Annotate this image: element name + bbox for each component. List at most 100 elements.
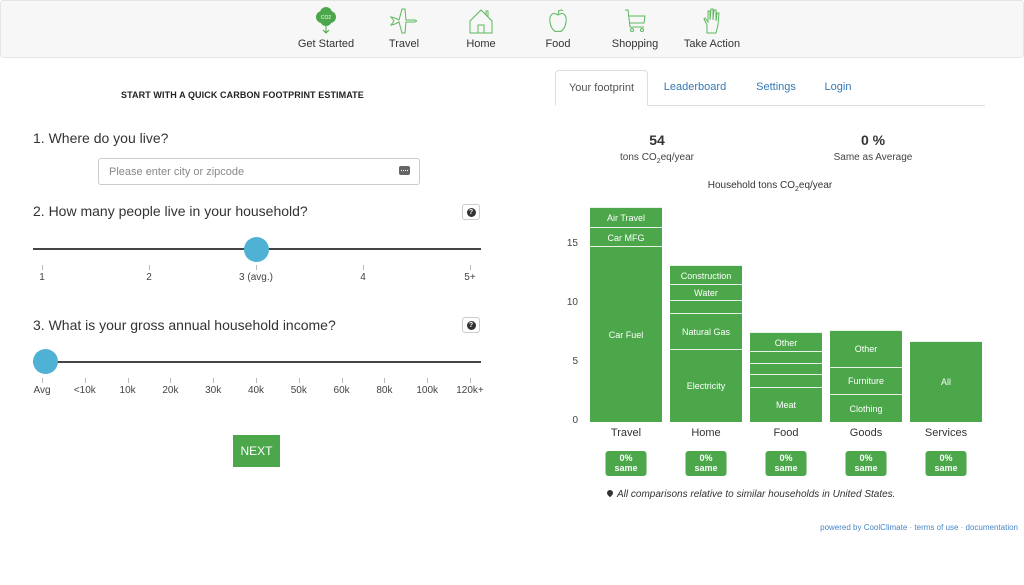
question-household: 2. How many people live in your househol… [33, 203, 308, 219]
income-tick-label[interactable]: 50k [291, 385, 307, 396]
tab-your-footprint[interactable]: Your footprint [555, 70, 648, 106]
income-tick-label[interactable]: 120k+ [456, 385, 484, 396]
badge-percent: 0% [779, 453, 793, 463]
x-category-label: Food [773, 427, 799, 439]
income-tick [127, 378, 129, 383]
household-tick-label[interactable]: 3 (avg.) [239, 272, 273, 283]
tab-leaderboard[interactable]: Leaderboard [655, 70, 735, 106]
badge-percent: 0% [859, 453, 873, 463]
total-footprint-value: 54 [649, 132, 665, 148]
powered-by-link[interactable]: powered by CoolClimate [820, 523, 907, 532]
co2-cloud-icon: CO2 [316, 7, 336, 34]
y-tick-label: 5 [572, 356, 578, 367]
income-tick-label[interactable]: 20k [162, 385, 178, 396]
household-tick-label[interactable]: 2 [146, 272, 152, 283]
terms-link[interactable]: terms of use [914, 523, 958, 532]
income-tick-label[interactable]: 40k [248, 385, 264, 396]
nav-label: Get Started [297, 38, 355, 50]
bar-segment-home[interactable] [670, 300, 742, 314]
question-income: 3. What is your gross annual household i… [33, 317, 336, 333]
income-slider-track[interactable] [33, 361, 481, 363]
badge-percent: 0% [699, 453, 713, 463]
income-tick [427, 378, 429, 383]
map-marker-icon [605, 488, 615, 498]
nav-travel[interactable]: Travel [364, 7, 444, 50]
income-help-button[interactable]: ? [462, 317, 480, 333]
keyboard-icon[interactable] [399, 166, 410, 175]
nav-home[interactable]: Home [441, 7, 521, 50]
income-tick [213, 378, 215, 383]
segment-label: Car MFG [607, 232, 645, 243]
bar-segment-food[interactable] [750, 351, 822, 363]
badge-text: same [614, 463, 638, 473]
bar-segment-food[interactable] [750, 373, 822, 387]
income-tick-label[interactable]: <10k [74, 385, 96, 396]
y-tick-label: 15 [566, 238, 578, 249]
next-button[interactable]: NEXT [233, 435, 280, 467]
footprint-chart: 0 5 10 15 Car Fuel Car MFG Air Travel Travel 0% s… [555, 190, 995, 490]
tab-settings[interactable]: Settings [745, 70, 807, 106]
household-tick [470, 265, 471, 270]
income-tick-label[interactable]: 30k [205, 385, 221, 396]
income-tick-label[interactable]: 100k [416, 385, 438, 396]
tab-bar: Your footprint Leaderboard Settings Logi… [555, 70, 985, 106]
bar-segment-food[interactable] [750, 363, 822, 374]
household-slider-handle[interactable] [244, 237, 269, 262]
question-circle-icon: ? [466, 320, 476, 330]
nav-label: Shopping [611, 38, 659, 50]
segment-label: Electricity [686, 381, 726, 392]
nav-shopping[interactable]: Shopping [595, 7, 675, 50]
y-tick-label: 10 [566, 297, 578, 308]
income-tick [470, 378, 471, 383]
badge-percent: 0% [939, 453, 953, 463]
y-tick-label: 0 [572, 415, 578, 426]
nav-label: Travel [388, 38, 420, 50]
svg-text:CO2: CO2 [321, 15, 332, 21]
badge-text: same [694, 463, 718, 473]
household-tick-label[interactable]: 1 [39, 272, 45, 283]
segment-label: Air Travel [606, 213, 646, 224]
household-tick [149, 265, 150, 270]
airplane-icon [389, 8, 417, 34]
income-slider-handle[interactable] [33, 349, 58, 374]
income-tick-label[interactable]: 60k [334, 385, 350, 396]
segment-label: Other [774, 337, 798, 348]
badge-percent: 0% [619, 453, 633, 463]
section-title: START WITH A QUICK CARBON FOOTPRINT ESTI… [121, 90, 364, 100]
segment-label: Water [694, 288, 718, 299]
income-tick [84, 378, 86, 383]
segment-label: Other [854, 344, 878, 355]
comparison-badge: 0% same [925, 451, 967, 476]
household-tick [363, 265, 364, 270]
income-tick-label[interactable]: 10k [120, 385, 136, 396]
separator: · [958, 523, 966, 532]
nav-food[interactable]: Food [518, 7, 598, 50]
question-circle-icon: ? [466, 207, 476, 217]
household-tick-label[interactable]: 4 [360, 272, 366, 283]
segment-label: Meat [775, 400, 797, 411]
comparison-label: Same as Average [833, 152, 913, 163]
nav-label: Home [466, 38, 496, 50]
badge-text: same [854, 463, 878, 473]
total-footprint-unit: tons CO2eq/year [607, 152, 707, 165]
x-category-label: Services [924, 427, 968, 439]
household-tick-label[interactable]: 5+ [464, 272, 475, 283]
income-tick-label[interactable]: Avg [33, 385, 50, 396]
income-tick [298, 378, 300, 383]
income-tick [42, 378, 43, 383]
nav-get-started[interactable]: CO2 Get Started [286, 7, 366, 50]
income-tick [341, 378, 343, 383]
household-help-button[interactable]: ? [462, 204, 480, 220]
nav-take-action[interactable]: Take Action [672, 7, 752, 50]
comparison-badge: 0% same [685, 451, 727, 476]
documentation-link[interactable]: documentation [966, 523, 1018, 532]
household-tick [256, 265, 257, 270]
income-tick-label[interactable]: 80k [376, 385, 392, 396]
comparison-badge: 0% same [765, 451, 807, 476]
household-tick [42, 265, 43, 270]
comparison-value: 0 % [860, 132, 886, 148]
tab-login[interactable]: Login [815, 70, 861, 106]
nav-label: Food [545, 38, 571, 50]
unit-text: eq/year [660, 152, 694, 163]
location-input[interactable] [98, 158, 420, 185]
